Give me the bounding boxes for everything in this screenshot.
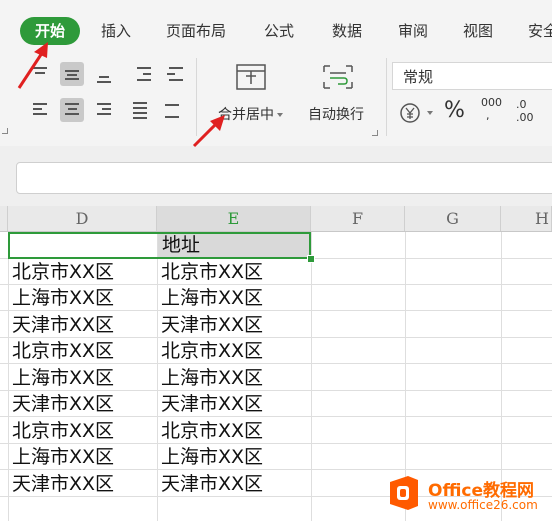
- align-bottom-icon[interactable]: [92, 62, 116, 86]
- number-format-select[interactable]: 常规: [392, 62, 552, 90]
- wrap-text-icon[interactable]: [322, 64, 354, 90]
- column-header-h[interactable]: H: [501, 206, 552, 231]
- cell-d[interactable]: 天津市XX区: [12, 391, 114, 417]
- alignment-group-corner-icon[interactable]: [372, 130, 378, 136]
- currency-icon[interactable]: [399, 102, 421, 124]
- tab-view[interactable]: 视图: [463, 22, 493, 40]
- column-header-g[interactable]: G: [405, 206, 501, 231]
- wrap-text-button[interactable]: 自动换行: [308, 104, 364, 124]
- cell-e[interactable]: 上海市XX区: [161, 365, 263, 391]
- column-header-f[interactable]: F: [311, 206, 405, 231]
- group-corner-icon[interactable]: [2, 128, 8, 134]
- currency-dropdown-icon[interactable]: [427, 111, 433, 115]
- annotation-arrow-icon: [192, 115, 225, 148]
- selection-box: [8, 232, 311, 259]
- cell-e[interactable]: 天津市XX区: [161, 391, 263, 417]
- watermark-url: www.office26.com: [428, 498, 538, 512]
- formula-bar-area: [0, 146, 552, 206]
- cell-d[interactable]: 北京市XX区: [12, 338, 114, 364]
- cell-d[interactable]: 上海市XX区: [12, 444, 114, 470]
- cell-d[interactable]: 天津市XX区: [12, 471, 114, 497]
- corner-select-all[interactable]: [0, 206, 8, 231]
- increase-decimal-icon[interactable]: .0 .00: [516, 98, 534, 124]
- cell-d[interactable]: 上海市XX区: [12, 365, 114, 391]
- cell-e[interactable]: 天津市XX区: [161, 471, 263, 497]
- justify-icon[interactable]: [128, 98, 152, 122]
- cell-d[interactable]: 北京市XX区: [12, 259, 114, 285]
- cell-e[interactable]: 北京市XX区: [161, 338, 263, 364]
- cell-d[interactable]: 天津市XX区: [12, 312, 114, 338]
- increase-indent-icon[interactable]: [164, 62, 188, 86]
- align-right-icon[interactable]: [92, 98, 116, 122]
- fill-handle[interactable]: [307, 255, 315, 263]
- column-header-d[interactable]: D: [8, 206, 157, 231]
- wrap-text-label: 自动换行: [308, 107, 364, 123]
- distributed-icon[interactable]: [160, 98, 184, 122]
- cell-e[interactable]: 天津市XX区: [161, 312, 263, 338]
- annotation-arrow-icon: [17, 42, 48, 89]
- align-middle-icon[interactable]: [60, 62, 84, 86]
- cell-e[interactable]: 上海市XX区: [161, 444, 263, 470]
- ribbon-home: 合并居中 自动换行 常规 % 000, .0 .00: [0, 56, 552, 146]
- merge-center-icon[interactable]: [236, 64, 266, 90]
- align-left-icon[interactable]: [28, 98, 52, 122]
- column-header-row: D E F G H: [0, 206, 552, 232]
- tab-insert[interactable]: 插入: [101, 22, 131, 40]
- formula-input[interactable]: [16, 162, 552, 194]
- tab-formulas[interactable]: 公式: [264, 22, 294, 40]
- percent-icon[interactable]: %: [444, 98, 465, 123]
- cell-d[interactable]: 北京市XX区: [12, 418, 114, 444]
- menu-tab-bar: 开始 插入 页面布局 公式 数据 审阅 视图 安全: [0, 0, 552, 56]
- cell-e[interactable]: 上海市XX区: [161, 285, 263, 311]
- thousands-label: 000: [481, 96, 502, 109]
- align-center-icon[interactable]: [60, 98, 84, 122]
- office-logo-icon: [390, 476, 418, 510]
- decrease-indent-icon[interactable]: [132, 62, 156, 86]
- tab-review[interactable]: 审阅: [398, 22, 428, 40]
- column-header-e[interactable]: E: [157, 206, 311, 231]
- thousands-icon[interactable]: 000,: [481, 96, 502, 122]
- cell-d[interactable]: 上海市XX区: [12, 285, 114, 311]
- chevron-down-icon: [277, 113, 283, 117]
- watermark: Office教程网 www.office26.com: [384, 470, 552, 518]
- cell-e[interactable]: 北京市XX区: [161, 418, 263, 444]
- tab-page-layout[interactable]: 页面布局: [166, 22, 226, 40]
- tab-data[interactable]: 数据: [332, 22, 362, 40]
- tab-security[interactable]: 安全: [528, 22, 552, 40]
- cell-e[interactable]: 北京市XX区: [161, 259, 263, 285]
